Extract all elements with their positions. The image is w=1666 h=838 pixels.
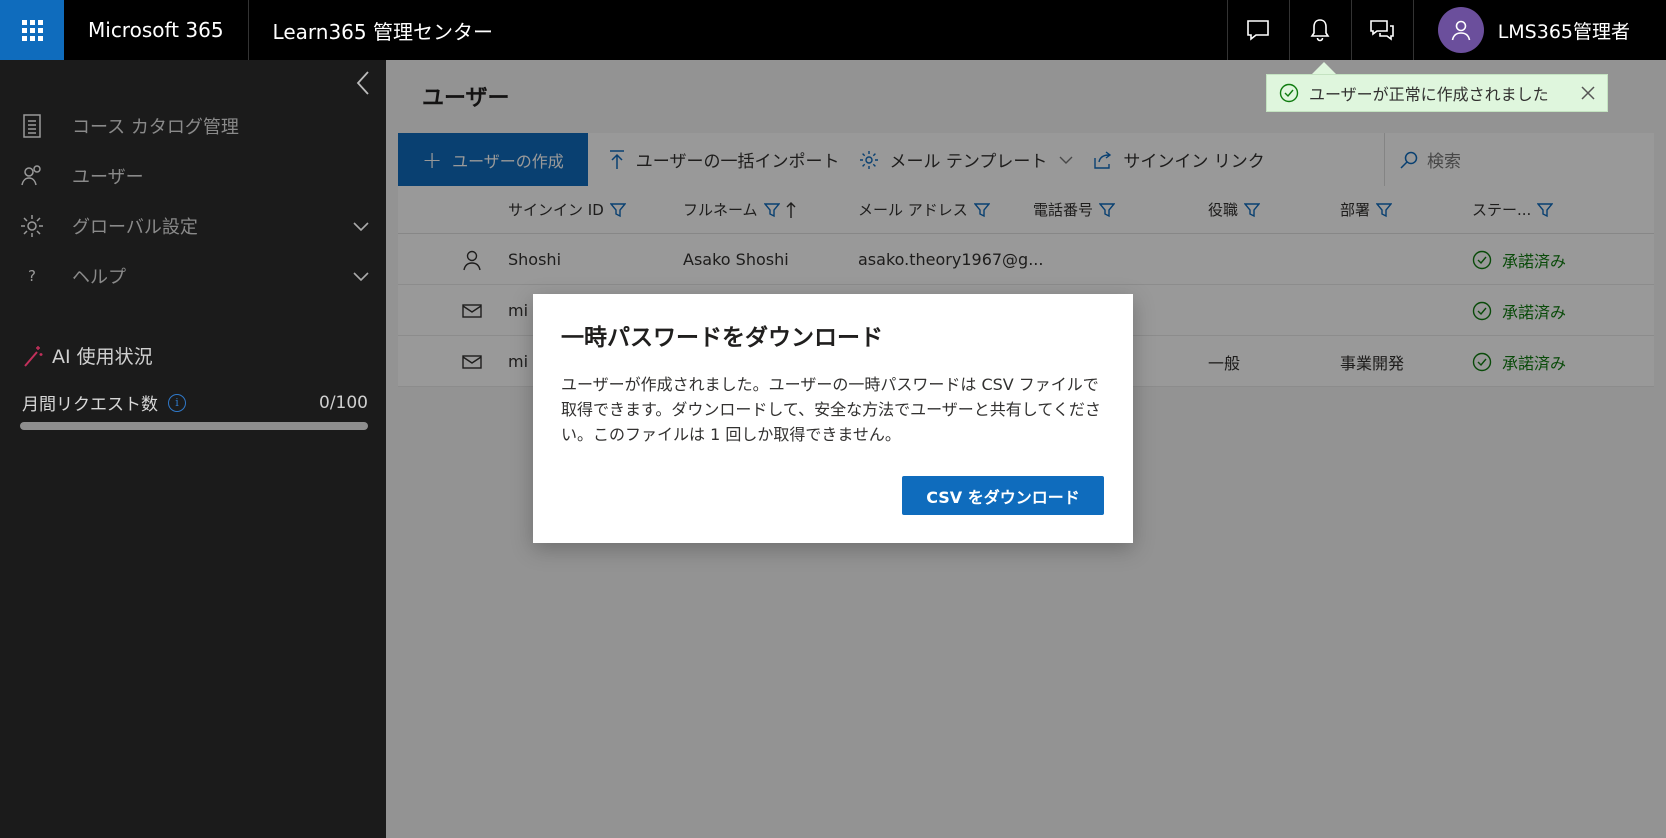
account-menu[interactable]: LMS365管理者 xyxy=(1412,0,1666,60)
requests-progress-bar xyxy=(20,422,368,430)
app-name: Learn365 管理センター xyxy=(272,19,493,44)
sidebar: コース カタログ管理 ユーザー グローバル設定 ? ヘルプ AI 使用状況 月間… xyxy=(0,60,386,838)
chevron-down-icon xyxy=(353,272,369,282)
monthly-requests-label: 月間リクエスト数 xyxy=(22,395,158,415)
conversation-icon xyxy=(1370,20,1394,41)
user-name: LMS365管理者 xyxy=(1497,20,1630,43)
info-icon[interactable]: i xyxy=(168,393,186,412)
avatar xyxy=(1437,7,1484,53)
close-icon[interactable] xyxy=(1581,86,1595,100)
sidebar-item-help[interactable]: ? ヘルプ xyxy=(18,262,370,290)
app-launcher-button[interactable] xyxy=(0,0,64,60)
chat-icon xyxy=(1247,20,1269,41)
users-icon xyxy=(18,162,46,190)
monthly-requests-count: 0/100 xyxy=(319,392,368,413)
gear-icon xyxy=(18,212,46,240)
ai-usage-title: AI 使用状況 xyxy=(22,342,153,369)
collapse-sidebar-button[interactable] xyxy=(354,70,372,100)
help-icon: ? xyxy=(28,267,36,285)
sidebar-item-label: ヘルプ xyxy=(72,267,126,288)
brand-name[interactable]: Microsoft 365 xyxy=(64,0,249,60)
feedback-button[interactable] xyxy=(1226,0,1289,60)
waffle-icon xyxy=(21,19,43,41)
notifications-button[interactable] xyxy=(1288,0,1351,60)
top-bar: Microsoft 365 Learn365 管理センター LMS365管理者 xyxy=(0,0,1666,60)
sidebar-item-label: グローバル設定 xyxy=(72,217,198,238)
toast-arrow xyxy=(1312,62,1336,74)
dialog-title: 一時パスワードをダウンロード xyxy=(561,325,883,351)
toast-message: ユーザーが正常に作成されました xyxy=(1309,85,1549,104)
catalog-icon xyxy=(18,112,46,140)
sidebar-item-course-catalog[interactable]: コース カタログ管理 xyxy=(18,112,370,140)
sidebar-item-global-settings[interactable]: グローバル設定 xyxy=(18,212,370,240)
bell-icon xyxy=(1310,19,1330,42)
check-circle-icon xyxy=(1279,83,1299,103)
dialog-body: ユーザーが作成されました。ユーザーの一時パスワードは CSV ファイルで取得でき… xyxy=(561,375,1101,444)
chevron-down-icon xyxy=(353,222,369,232)
success-toast: ユーザーが正常に作成されました xyxy=(1266,74,1608,112)
download-password-dialog: 一時パスワードをダウンロード ユーザーが作成されました。ユーザーの一時パスワード… xyxy=(533,294,1133,543)
conversations-button[interactable] xyxy=(1350,0,1413,60)
monthly-requests: 月間リクエスト数 i 0/100 xyxy=(22,390,368,416)
sidebar-item-users[interactable]: ユーザー xyxy=(18,162,370,190)
download-csv-button[interactable]: CSV をダウンロード xyxy=(902,476,1104,515)
magic-wand-icon xyxy=(24,345,43,367)
sidebar-item-label: コース カタログ管理 xyxy=(72,117,239,138)
sidebar-item-label: ユーザー xyxy=(72,167,144,188)
person-icon xyxy=(1451,20,1470,41)
chevron-left-icon xyxy=(356,71,369,95)
